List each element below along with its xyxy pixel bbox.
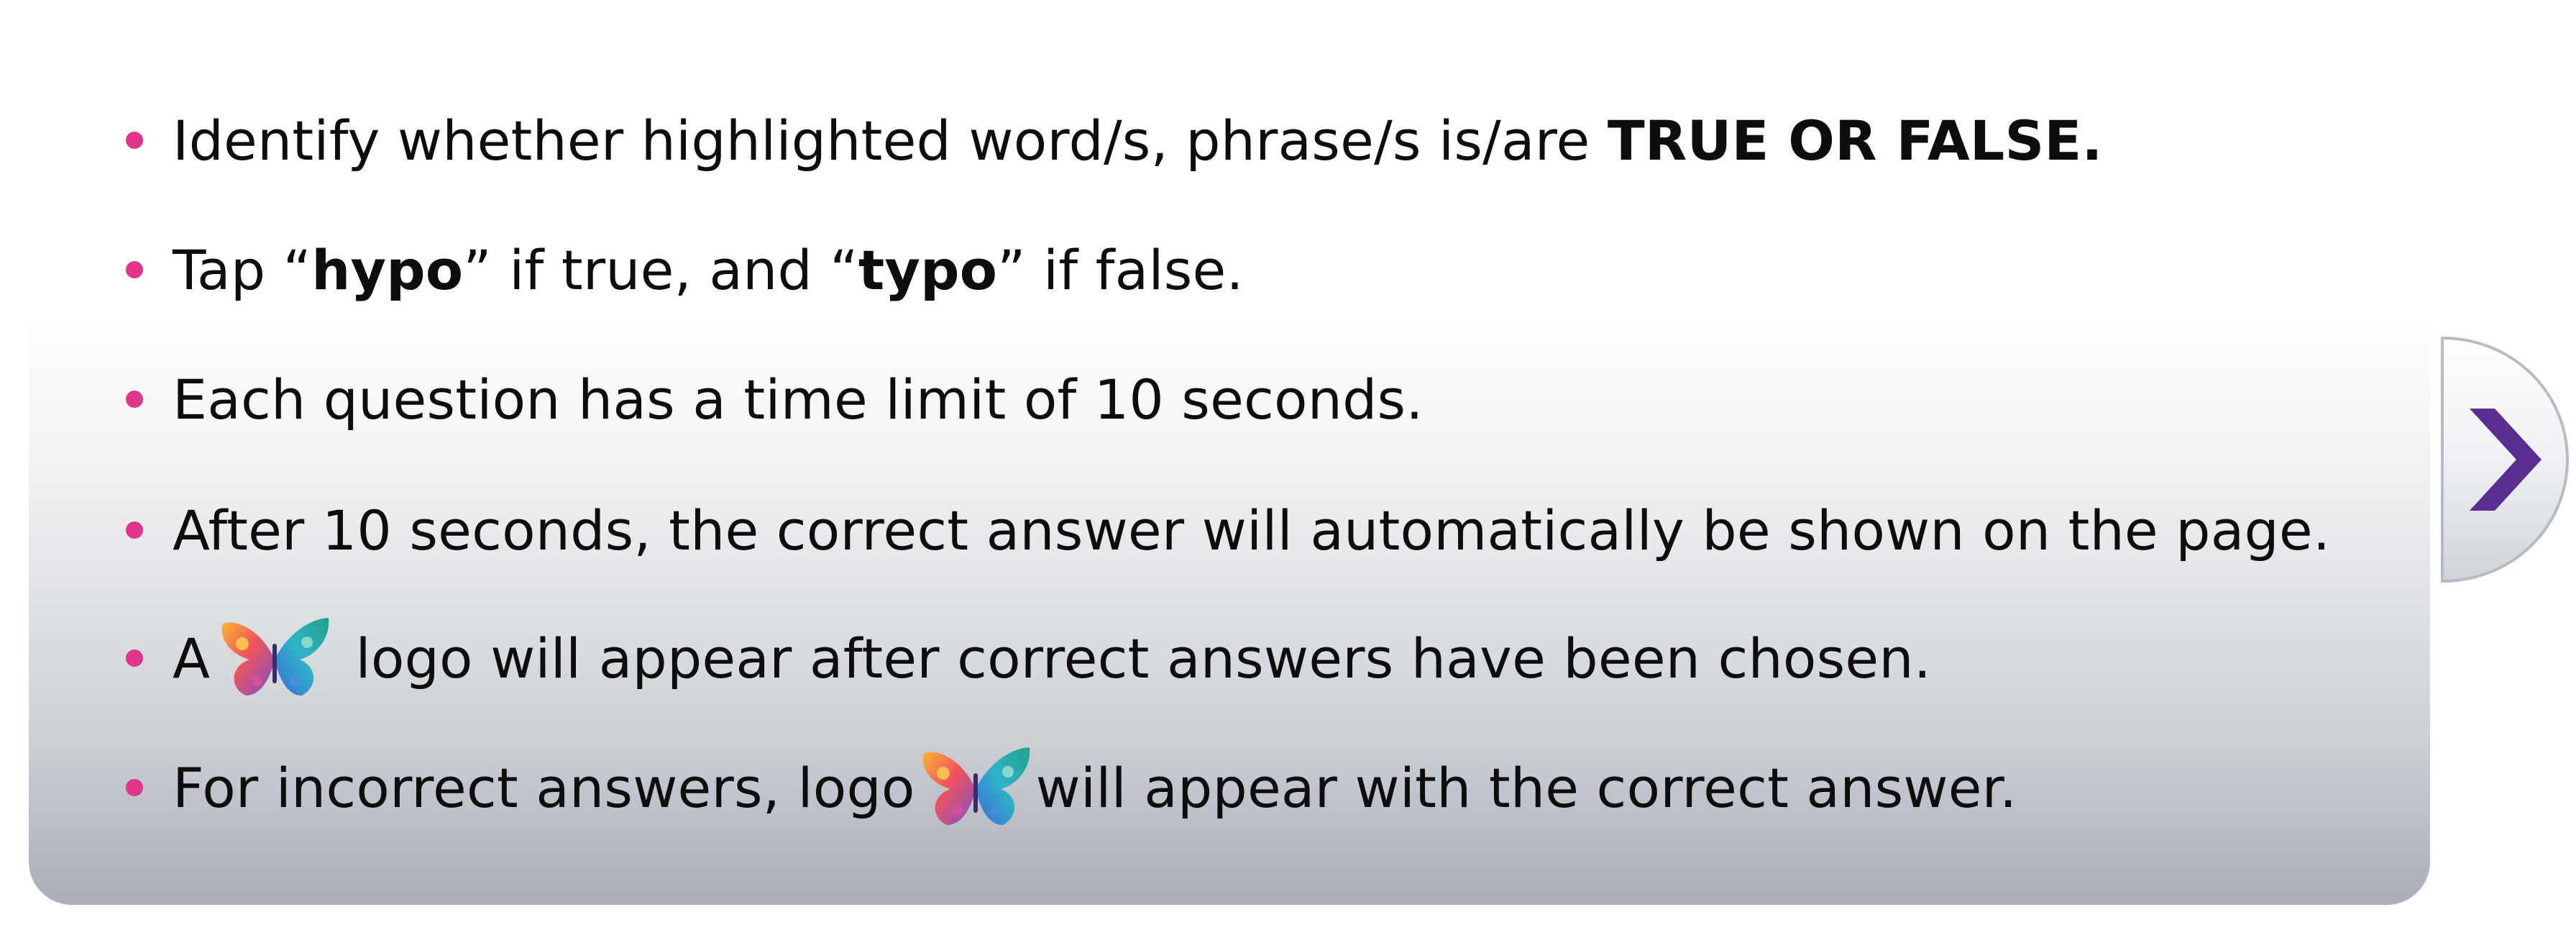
bullet-icon [126, 261, 143, 278]
list-item: Each question has a time limit of 10 sec… [126, 360, 1424, 439]
item-bold-text: TRUE OR FALSE. [1607, 108, 2103, 173]
item-text: Identify whether highlighted word/s, phr… [173, 108, 1608, 173]
instructions-list: Identify whether highlighted word/s, phr… [0, 0, 2444, 863]
butterfly-logo-icon [922, 747, 1030, 825]
next-button[interactable] [2441, 337, 2570, 583]
list-item-text: Tap “hypo” if true, and “typo” if false. [173, 238, 1244, 302]
list-item: A logo will appear after correct answers… [126, 618, 1931, 698]
list-item: For incorrect answers, logo will appear … [126, 747, 2017, 827]
list-item-text: Each question has a time limit of 10 sec… [173, 367, 1424, 432]
typo-keyword: typo [858, 237, 998, 302]
item-text: A [173, 626, 211, 691]
item-text: ” if true, and “ [463, 237, 858, 302]
list-item: Tap “hypo” if true, and “typo” if false. [126, 230, 1244, 309]
list-item: Identify whether highlighted word/s, phr… [126, 101, 2103, 180]
list-item: After 10 seconds, the correct answer wil… [126, 491, 2330, 570]
bullet-icon [126, 391, 143, 408]
bullet-icon [126, 650, 143, 667]
list-item-text: Identify whether highlighted word/s, phr… [173, 109, 2103, 173]
item-text: ” if false. [997, 237, 1244, 302]
butterfly-logo-icon [222, 618, 329, 696]
bullet-icon [126, 779, 143, 796]
list-item-text: For incorrect answers, logo will appear … [173, 744, 2017, 831]
item-text: logo will appear after correct answers h… [338, 626, 1932, 691]
item-text: For incorrect answers, logo [173, 755, 915, 820]
bullet-icon [126, 132, 143, 149]
list-item-text: After 10 seconds, the correct answer wil… [173, 498, 2331, 562]
item-text: Tap “ [173, 237, 312, 302]
slide: Identify whether highlighted word/s, phr… [0, 0, 2576, 948]
item-text: will appear with the correct answer. [1035, 755, 2017, 820]
bullet-icon [126, 521, 143, 539]
list-item-text: A logo will appear after correct answers… [173, 615, 1931, 701]
hypo-keyword: hypo [311, 237, 464, 302]
